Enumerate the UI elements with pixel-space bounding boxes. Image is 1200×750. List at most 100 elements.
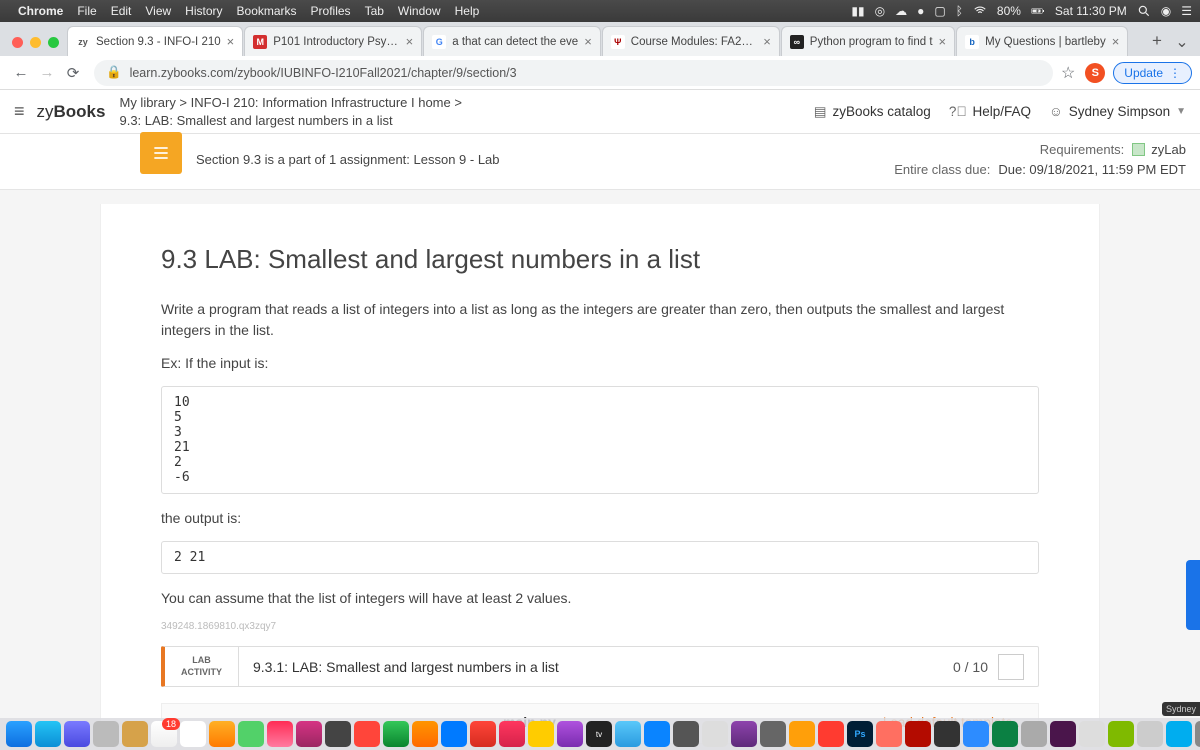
menu-history[interactable]: History [185, 4, 222, 18]
browser-tab[interactable]: ΨCourse Modules: FA21: I× [602, 26, 780, 56]
bookmark-star-icon[interactable]: ☆ [1061, 63, 1075, 83]
dock-app-icon[interactable] [1108, 721, 1134, 747]
breadcrumb-path[interactable]: My library > INFO-I 210: Information Inf… [119, 94, 461, 112]
dot-icon[interactable]: ● [917, 4, 924, 18]
dock-app-icon[interactable] [1079, 721, 1105, 747]
requirements-value: zyLab [1151, 140, 1186, 160]
tab-overflow-icon[interactable]: ⌄ [1170, 32, 1194, 52]
dock-app-icon[interactable] [412, 721, 438, 747]
forward-button[interactable]: → [34, 60, 60, 86]
dock-app-icon[interactable] [238, 721, 264, 747]
extension-badge[interactable]: S [1085, 63, 1105, 83]
dock-finder-icon[interactable] [6, 721, 32, 747]
dock-app-icon[interactable] [1021, 721, 1047, 747]
tab-favicon: Ψ [611, 35, 625, 49]
dock-zoom-icon[interactable] [963, 721, 989, 747]
dock-app-icon[interactable] [731, 721, 757, 747]
dock-app-icon[interactable] [992, 721, 1018, 747]
tab-close-icon[interactable]: × [763, 34, 771, 49]
menu-bookmarks[interactable]: Bookmarks [237, 4, 297, 18]
wifi-icon[interactable] [973, 4, 987, 18]
chrome-update-button[interactable]: Update ⋮ [1113, 62, 1192, 84]
help-link[interactable]: ?⃝ Help/FAQ [949, 104, 1031, 119]
dock-app-icon[interactable] [354, 721, 380, 747]
dock-safari-icon[interactable] [35, 721, 61, 747]
back-button[interactable]: ← [8, 60, 34, 86]
dock-app-icon[interactable] [1137, 721, 1163, 747]
spiral-icon[interactable]: ◎ [875, 4, 885, 18]
dock-app-icon[interactable] [673, 721, 699, 747]
dock-app-icon[interactable] [934, 721, 960, 747]
tab-close-icon[interactable]: × [227, 34, 235, 49]
dock-app-icon[interactable] [760, 721, 786, 747]
tab-title: Python program to find t [810, 36, 933, 48]
battery-icon[interactable] [1031, 4, 1045, 18]
dock-app-icon[interactable] [644, 721, 670, 747]
video-icon[interactable]: ▮▮ [851, 4, 864, 18]
dock-app-icon[interactable] [1195, 721, 1200, 747]
menu-view[interactable]: View [145, 4, 171, 18]
menu-app[interactable]: Chrome [18, 4, 63, 18]
tab-close-icon[interactable]: × [406, 34, 414, 49]
browser-tab[interactable]: Ga that can detect the eve× [423, 26, 601, 56]
dock-app-icon[interactable] [528, 721, 554, 747]
dock-acrobat-icon[interactable] [905, 721, 931, 747]
menu-tab[interactable]: Tab [365, 4, 384, 18]
dock-app-icon[interactable] [470, 721, 496, 747]
clock[interactable]: Sat 11:30 PM [1055, 4, 1127, 18]
menu-edit[interactable]: Edit [111, 4, 132, 18]
dock-app-icon[interactable] [818, 721, 844, 747]
dock-app-icon[interactable] [789, 721, 815, 747]
dock-app-icon[interactable] [615, 721, 641, 747]
maximize-window-button[interactable] [48, 37, 59, 48]
bluetooth-icon[interactable]: ᛒ [956, 4, 963, 18]
hamburger-icon[interactable]: ≡ [14, 101, 25, 122]
side-widget[interactable] [1186, 560, 1200, 630]
dock-app-icon[interactable] [296, 721, 322, 747]
dock-tv-icon[interactable]: tv [586, 721, 612, 747]
dock-app-icon[interactable] [383, 721, 409, 747]
browser-tab[interactable]: ∞Python program to find t× [781, 26, 955, 56]
score-text: 0 / 10 [953, 659, 988, 675]
dock-app-icon[interactable] [93, 721, 119, 747]
dock-podcasts-icon[interactable] [557, 721, 583, 747]
dock-app-icon[interactable] [702, 721, 728, 747]
browser-tab[interactable]: MP101 Introductory Psycho× [244, 26, 422, 56]
dock-app-icon[interactable] [64, 721, 90, 747]
menu-file[interactable]: File [77, 4, 96, 18]
screen-icon[interactable]: ▢ [934, 4, 945, 18]
tab-close-icon[interactable]: × [939, 34, 947, 49]
dock-app-icon[interactable] [209, 721, 235, 747]
siri-icon[interactable]: ◉ [1161, 4, 1171, 18]
dock-slack-icon[interactable] [1050, 721, 1076, 747]
dock-mail-icon[interactable] [151, 721, 177, 747]
dock-ps-icon[interactable]: Ps [847, 721, 873, 747]
lab-score: 0 / 10 [939, 647, 1038, 686]
dock-app-icon[interactable] [441, 721, 467, 747]
control-center-icon[interactable]: ☰ [1181, 4, 1192, 18]
menu-help[interactable]: Help [455, 4, 480, 18]
browser-tab[interactable]: zySection 9.3 - INFO-I 210× [67, 26, 243, 56]
close-window-button[interactable] [12, 37, 23, 48]
dock-app-icon[interactable] [1166, 721, 1192, 747]
reload-button[interactable]: ⟳ [60, 60, 86, 86]
spotlight-icon[interactable] [1137, 4, 1151, 18]
dock-app-icon[interactable] [180, 721, 206, 747]
catalog-link[interactable]: ▤ zyBooks catalog [814, 104, 931, 120]
address-bar[interactable]: 🔒 learn.zybooks.com/zybook/IUBINFO-I210F… [94, 60, 1053, 86]
tab-close-icon[interactable]: × [584, 34, 592, 49]
zybooks-logo[interactable]: zyBooks [37, 102, 106, 122]
dock-app-icon[interactable] [876, 721, 902, 747]
menu-profiles[interactable]: Profiles [311, 4, 351, 18]
menu-window[interactable]: Window [398, 4, 441, 18]
user-menu[interactable]: ☺ Sydney Simpson ▼ [1049, 104, 1186, 119]
cloud-icon[interactable]: ☁ [895, 4, 907, 18]
minimize-window-button[interactable] [30, 37, 41, 48]
new-tab-button[interactable]: + [1144, 28, 1170, 54]
dock-app-icon[interactable] [122, 721, 148, 747]
dock-music-icon[interactable] [499, 721, 525, 747]
dock-app-icon[interactable] [267, 721, 293, 747]
dock-app-icon[interactable] [325, 721, 351, 747]
tab-close-icon[interactable]: × [1112, 34, 1120, 49]
browser-tab[interactable]: bMy Questions | bartleby× [956, 26, 1128, 56]
